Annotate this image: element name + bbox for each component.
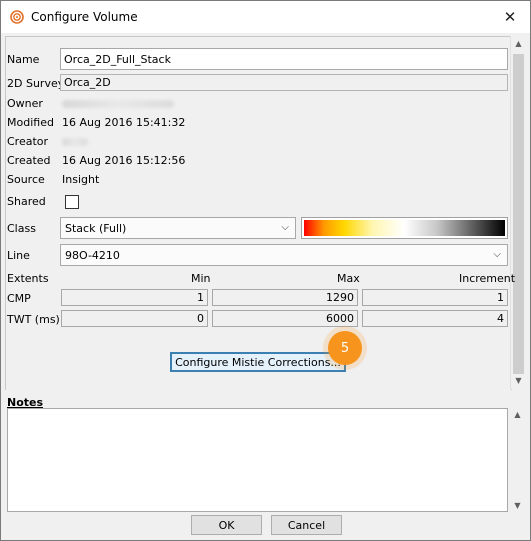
- close-button[interactable]: ✕: [490, 1, 530, 33]
- shared-label: Shared: [7, 195, 46, 208]
- line-dropdown[interactable]: 98O-4210 ⌵: [60, 244, 508, 266]
- name-field[interactable]: Orca_2D_Full_Stack: [60, 48, 508, 70]
- extents-max-header: Max: [337, 272, 360, 285]
- extents-label: Extents: [7, 272, 49, 285]
- owner-label: Owner: [7, 97, 43, 110]
- modified-value: 16 Aug 2016 15:41:32: [62, 116, 186, 129]
- line-value: 98O-4210: [65, 248, 120, 262]
- chevron-down-icon: ⌵: [281, 221, 289, 233]
- name-value: Orca_2D_Full_Stack: [64, 52, 171, 66]
- created-label: Created: [7, 154, 51, 167]
- owner-value-redacted: [62, 100, 174, 108]
- modified-label: Modified: [7, 116, 54, 129]
- notes-textarea[interactable]: [7, 408, 508, 512]
- twt-increment-field[interactable]: 4: [362, 310, 508, 327]
- cmp-increment-value: 1: [497, 291, 504, 304]
- notes-scroll-down-icon[interactable]: ▼: [510, 501, 525, 510]
- creator-value-redacted: [62, 138, 88, 146]
- properties-scrollbar[interactable]: ▲ ▼: [510, 36, 526, 389]
- close-icon: ✕: [503, 8, 517, 26]
- name-label: Name: [7, 53, 40, 66]
- cmp-label: CMP: [7, 292, 31, 305]
- survey-label: 2D Survey: [7, 77, 65, 90]
- extents-min-header: Min: [191, 272, 211, 285]
- class-value: Stack (Full): [65, 221, 127, 235]
- cancel-button[interactable]: Cancel: [271, 515, 342, 535]
- twt-increment-value: 4: [497, 312, 504, 325]
- scroll-up-arrow-icon[interactable]: ▲: [511, 36, 526, 52]
- twt-label: TWT (ms): [7, 313, 60, 326]
- notes-scroll-up-icon[interactable]: ▲: [510, 410, 525, 419]
- twt-min-field[interactable]: 0: [61, 310, 208, 327]
- cmp-max-value: 1290: [326, 291, 354, 304]
- created-value: 16 Aug 2016 15:12:56: [62, 154, 186, 167]
- configure-volume-dialog: Configure Volume ✕ ▲ ▼ Name Orca_2D_Full…: [0, 0, 531, 541]
- line-label: Line: [7, 249, 30, 262]
- step-badge: 5: [328, 331, 362, 365]
- cmp-min-value: 1: [197, 291, 204, 304]
- chevron-down-icon: ⌵: [493, 248, 501, 260]
- cmp-max-field[interactable]: 1290: [212, 289, 358, 306]
- notes-scrollbar[interactable]: ▲ ▼: [510, 408, 525, 512]
- extents-increment-header: Increment: [459, 272, 516, 285]
- shared-checkbox[interactable]: [65, 195, 79, 209]
- colorbar-gradient: [304, 220, 505, 236]
- survey-field: Orca_2D: [60, 74, 508, 91]
- class-dropdown[interactable]: Stack (Full) ⌵: [60, 217, 296, 239]
- scroll-down-arrow-icon[interactable]: ▼: [511, 373, 526, 389]
- twt-min-value: 0: [197, 312, 204, 325]
- configure-mistie-corrections-button[interactable]: Configure Mistie Corrections...: [170, 352, 346, 372]
- cancel-button-label: Cancel: [287, 518, 326, 532]
- seismic-logo-icon: [10, 10, 24, 24]
- cmp-increment-field[interactable]: 1: [362, 289, 508, 306]
- window-title: Configure Volume: [31, 10, 138, 24]
- title-bar: Configure Volume ✕: [1, 1, 530, 33]
- twt-max-field[interactable]: 6000: [212, 310, 358, 327]
- source-value: Insight: [62, 173, 100, 186]
- cmp-min-field[interactable]: 1: [61, 289, 208, 306]
- survey-value: Orca_2D: [64, 76, 111, 89]
- scrollbar-thumb[interactable]: [513, 54, 524, 374]
- ok-button-label: OK: [218, 518, 235, 532]
- twt-max-value: 6000: [326, 312, 354, 325]
- ok-button[interactable]: OK: [191, 515, 262, 535]
- configure-mistie-corrections-label: Configure Mistie Corrections...: [175, 355, 341, 369]
- colorbar-button[interactable]: [301, 217, 508, 239]
- source-label: Source: [7, 173, 45, 186]
- class-label: Class: [7, 222, 36, 235]
- step-badge-number: 5: [340, 340, 350, 356]
- creator-label: Creator: [7, 135, 49, 148]
